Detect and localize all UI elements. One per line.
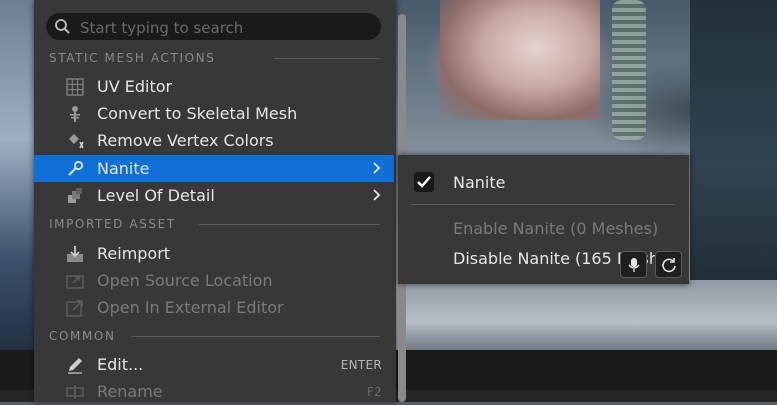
menu-item-open-in-external-editor[interactable]: Open In External Editor (34, 294, 394, 321)
rename-icon (66, 385, 84, 399)
menu-item-reimport[interactable]: Reimport (34, 240, 394, 267)
submenu-divider (410, 204, 674, 205)
paint-bucket-remove-icon (69, 134, 84, 149)
menu-item-label: Nanite (97, 159, 150, 178)
chevron-right-icon (373, 189, 381, 201)
menu-item-edit[interactable]: Edit... ENTER (34, 351, 394, 378)
menu-item-label: Reimport (97, 244, 171, 263)
refresh-icon (662, 258, 676, 273)
nanite-submenu: Nanite Enable Nanite (0 Meshes) Disable … (398, 155, 689, 284)
shortcut-label: F2 (366, 385, 382, 399)
menu-item-uv-editor[interactable]: UV Editor (34, 73, 394, 100)
menu-item-label: Open In External Editor (97, 298, 284, 317)
menu-item-label: UV Editor (97, 77, 173, 96)
menu-item-label: Level Of Detail (97, 186, 215, 205)
microphone-icon (628, 258, 640, 272)
menu-item-nanite[interactable]: Nanite (34, 155, 394, 182)
submenu-item-nanite[interactable]: Nanite (453, 173, 505, 192)
section-divider (131, 336, 380, 337)
scene-rock-pillar (440, 0, 600, 120)
section-label: IMPORTED ASSET (49, 217, 176, 231)
external-editor-icon (66, 300, 83, 317)
menu-item-label: Rename (97, 382, 163, 401)
menu-item-rename[interactable]: Rename F2 (34, 378, 394, 405)
microphone-button[interactable] (620, 251, 647, 278)
folder-open-icon (66, 275, 84, 289)
lod-icon (68, 188, 82, 203)
submenu-item-enable-nanite[interactable]: Enable Nanite (0 Meshes) (453, 219, 658, 238)
scene-kelp (612, 0, 646, 140)
search-bar[interactable] (46, 13, 381, 40)
uv-grid-icon (66, 78, 84, 96)
refresh-button[interactable] (655, 251, 682, 278)
search-icon (55, 19, 70, 34)
menu-item-label: Remove Vertex Colors (97, 131, 274, 150)
section-divider (199, 224, 380, 225)
section-static-mesh-actions: STATIC MESH ACTIONS (49, 51, 380, 65)
menu-item-remove-vertex-colors[interactable]: Remove Vertex Colors (34, 127, 394, 154)
menu-item-label: Open Source Location (97, 271, 273, 290)
menu-item-label: Convert to Skeletal Mesh (97, 104, 298, 123)
menu-item-level-of-detail[interactable]: Level Of Detail (34, 182, 394, 209)
reimport-icon (67, 246, 83, 262)
shortcut-label: ENTER (340, 358, 382, 372)
pencil-icon (68, 358, 82, 374)
checkmark-icon (417, 176, 431, 188)
search-input[interactable] (78, 16, 372, 39)
section-divider (274, 58, 380, 59)
scene-water (400, 280, 777, 350)
submenu-item-disable-nanite[interactable]: Disable Nanite (165 Meshes) (453, 249, 683, 268)
section-common: COMMON (49, 329, 380, 343)
section-label: COMMON (49, 329, 116, 343)
context-menu: STATIC MESH ACTIONS UV Editor Convert to… (34, 0, 406, 405)
skeleton-icon (70, 106, 80, 122)
menu-item-label: Edit... (97, 355, 144, 374)
menu-item-convert-to-skeletal-mesh[interactable]: Convert to Skeletal Mesh (34, 100, 394, 127)
section-imported-asset: IMPORTED ASSET (49, 217, 380, 231)
section-label: STATIC MESH ACTIONS (49, 51, 216, 65)
nanite-checkbox[interactable] (414, 172, 434, 192)
chevron-right-icon (373, 162, 381, 174)
menu-item-open-source-location[interactable]: Open Source Location (34, 267, 394, 294)
wrench-icon (68, 160, 84, 176)
